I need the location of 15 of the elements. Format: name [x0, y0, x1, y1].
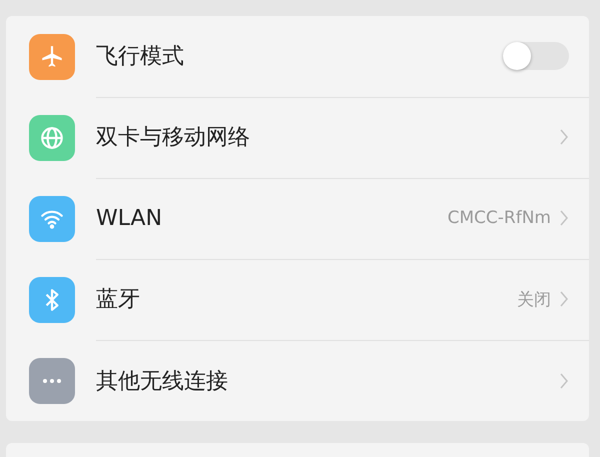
chevron-icon [559, 128, 569, 146]
more-icon [41, 378, 63, 384]
toggle-switch[interactable] [503, 42, 569, 70]
chevron-icon [559, 372, 569, 390]
airplane-icon [39, 44, 65, 70]
setting-value: 关闭 [517, 288, 551, 310]
globe-icon [39, 124, 65, 150]
setting-label[interactable]: WLAN [96, 206, 448, 230]
setting-label[interactable]: 蓝牙 [96, 284, 517, 314]
setting-label[interactable]: 其他无线连接 [96, 366, 559, 396]
chevron-icon [559, 290, 569, 308]
chevron-icon [559, 209, 569, 227]
setting-label[interactable]: 飞行模式 [96, 41, 503, 71]
setting-value: CMCC-RfNm [448, 208, 551, 228]
setting-label[interactable]: 双卡与移动网络 [96, 122, 559, 152]
